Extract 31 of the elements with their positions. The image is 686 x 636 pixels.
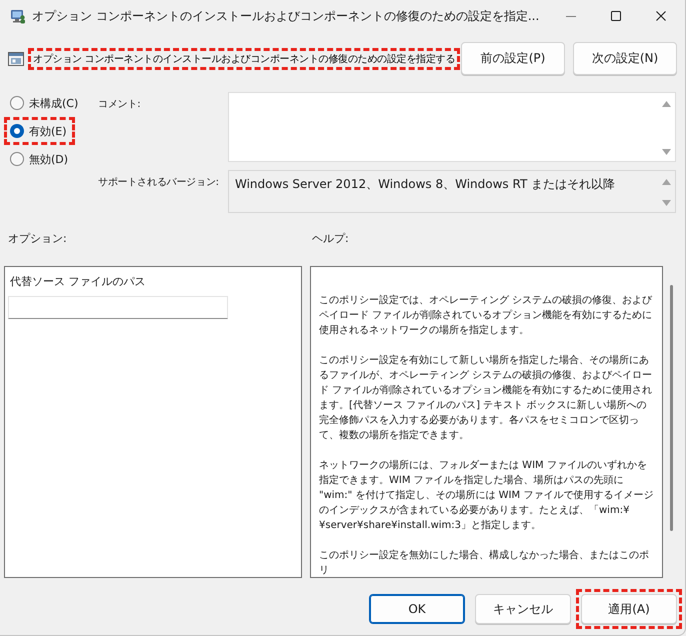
scroll-up-icon[interactable] [662,101,671,107]
dialog-button[interactable]: 適用(A) [581,594,677,624]
maximize-icon[interactable] [610,11,620,21]
previous-setting-button[interactable]: 前の設定(P) [461,42,565,75]
help-paragraph: このポリシー設定を無効にした場合、構成しなかった場合、またはこのポリ [319,548,650,577]
input-field[interactable] [8,296,228,319]
help-paragraph: このポリシー設定を有効にして新しい場所を指定した場合、その場所にあるファイルが、オペレーティング システムの破損の修復、およびペイロード ファイルが削除されているオプション機能を有効にするために使用されます。[代替ソース ファイルのパス] テキスト ボックスに新しい場所への完全修飾パスを入力する必要があります。各パスをセミコロンで区切って、複数の場所を指定できます。 [319,354,654,443]
scroll-down-icon[interactable] [662,200,671,206]
supported-versions-label: サポートされるバージョン: [98,176,220,189]
supported-versions-text: Windows Server 2012、Windows 8、Windows RT またはそれ以降 [235,176,616,193]
option-label: 代替ソース ファイルのパス [10,274,146,289]
scrollbar[interactable] [670,285,673,531]
scroll-up-icon[interactable] [662,179,671,185]
comment-field[interactable] [228,92,676,162]
help-label: ヘルプ: [312,231,350,246]
scroll-down-icon[interactable] [662,149,671,155]
help-paragraph: ネットワークの場所には、フォルダーまたは WIM ファイルのいずれかを指定できます。WIM ファイルを指定した場合、場所はパスの先頭に "wim:" を付けて指定し、その場所には WIM ファイルで使用するイメージのインデックスが含まれている必要があります。たとえば、「wim:¥¥server¥share¥install.wim:3」と指定します。 [319,458,654,533]
window-title: オプション コンポーネントのインストールおよびコンポーネントの修復のための設定を指定... [32,8,540,24]
close-icon[interactable] [656,11,666,21]
radio-option[interactable]: 無効(D) [10,150,68,168]
policy-heading: オプション コンポーネントのインストールおよびコンポーネントの修復のための設定を指定する [33,52,456,66]
radio-option[interactable]: 未構成(C) [10,94,78,112]
radio-option[interactable]: 有効(E) [10,122,67,140]
computer-icon [10,8,26,24]
help-paragraph: このポリシー設定では、オペレーティング システムの破損の修復、およびペイロード ファイルが削除されているオプション機能を有効にするために使用されるネットワークの場所を指定します。 [319,294,654,338]
window-icon [8,50,24,66]
dialog-button[interactable]: OK [369,594,465,624]
dialog-button[interactable]: キャンセル [475,594,571,624]
next-setting-button[interactable]: 次の設定(N) [573,42,677,75]
comment-label: コメント: [98,98,142,111]
options-label: オプション: [8,231,68,246]
